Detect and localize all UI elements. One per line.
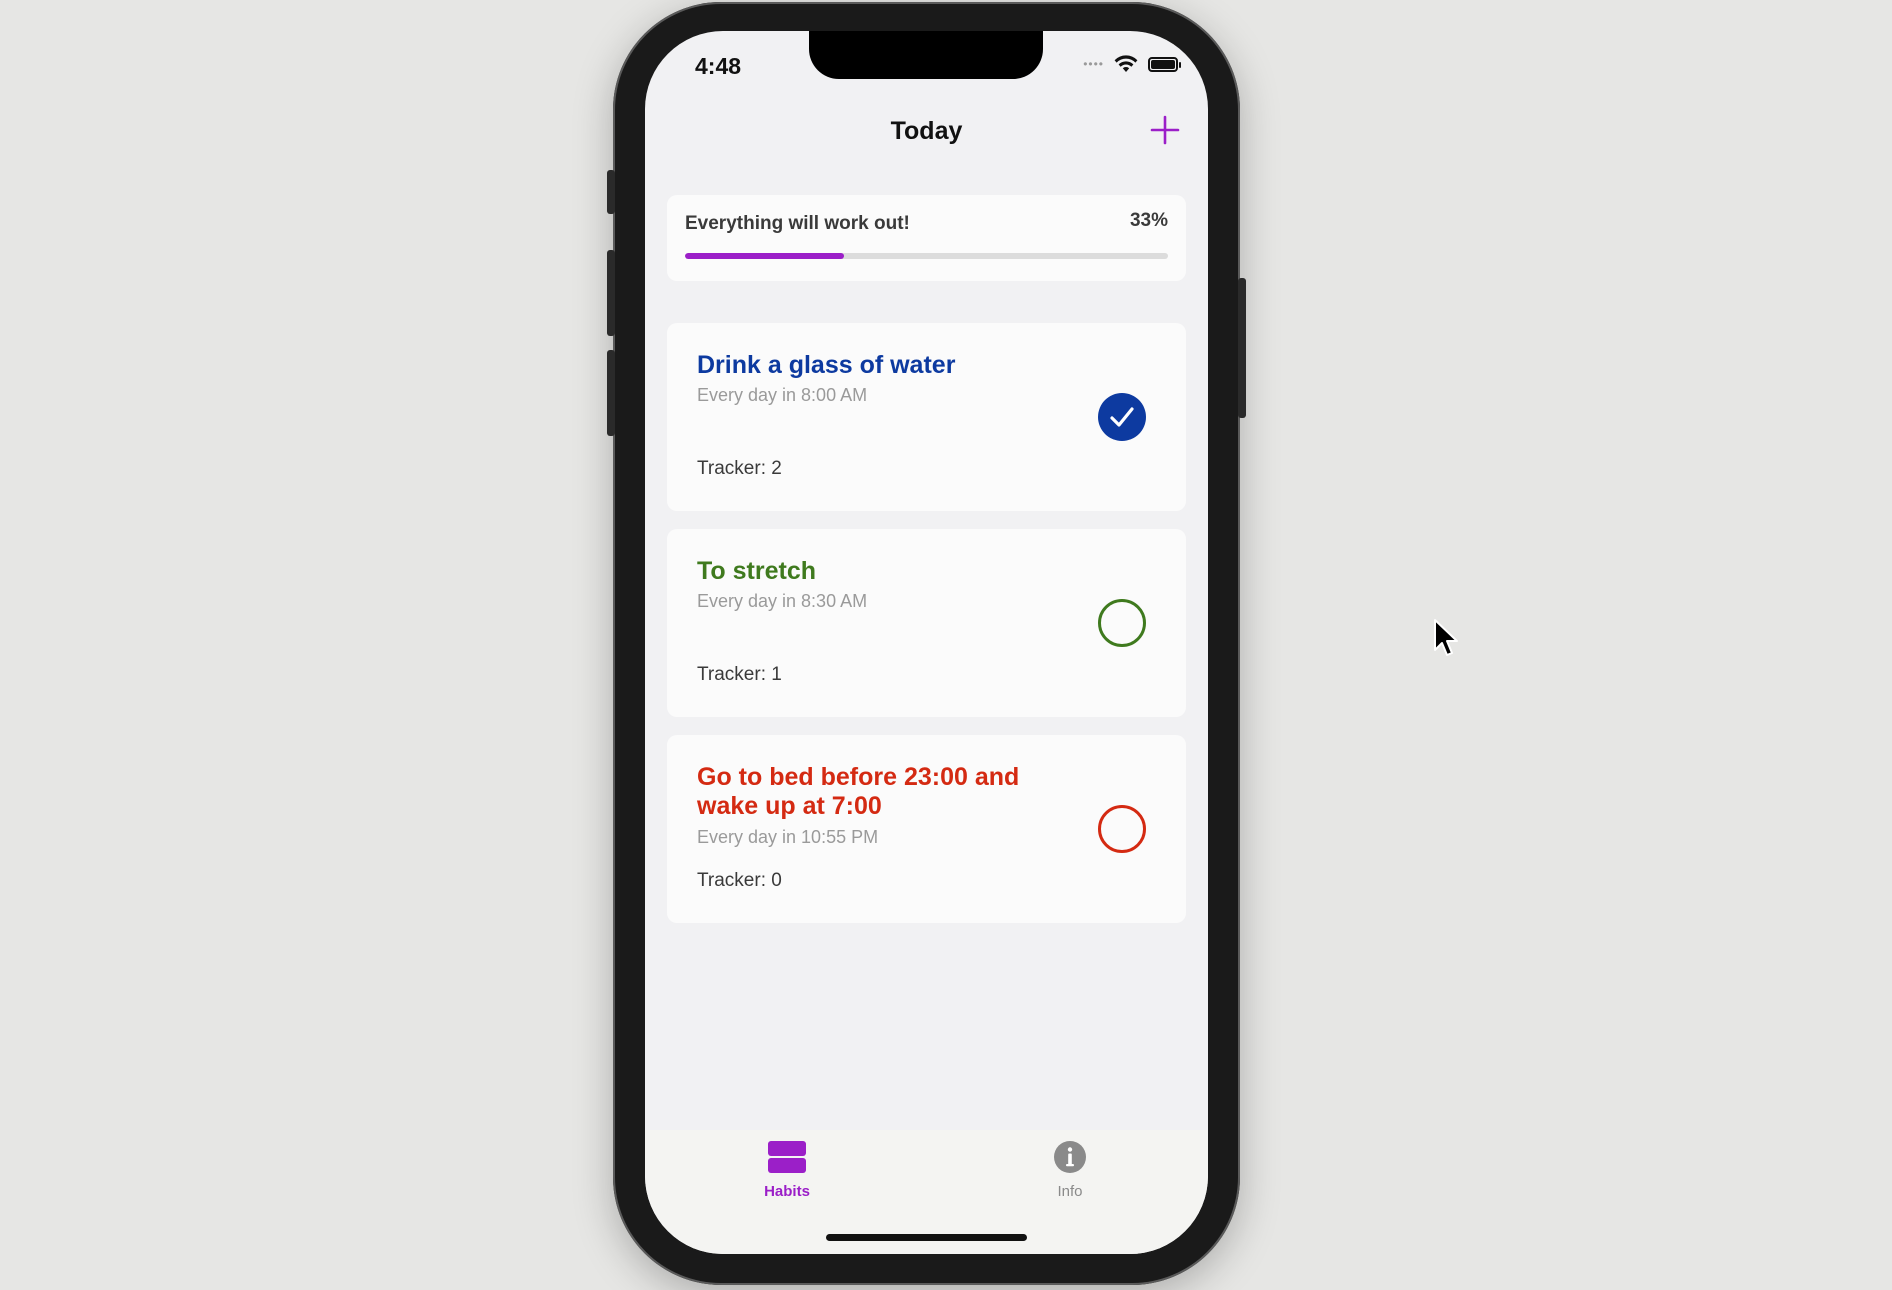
habit-title: Drink a glass of water: [697, 351, 956, 379]
habit-card[interactable]: Go to bed before 23:00 and wake up at 7:…: [667, 735, 1186, 923]
habit-tracker: Tracker: 2: [697, 458, 782, 479]
checkmark-icon: [1110, 407, 1134, 427]
progress-bar-fill: [685, 253, 845, 259]
plus-icon: [1150, 115, 1180, 145]
tab-habits[interactable]: Habits: [727, 1140, 847, 1200]
progress-label: Everything will work out!: [685, 213, 910, 234]
habit-title: Go to bed before 23:00 and wake up at 7:…: [697, 763, 1020, 820]
progress-card: Everything will work out! 33%: [667, 195, 1186, 281]
notch: [809, 31, 1043, 79]
volume-up-button: [607, 250, 615, 336]
habit-done-toggle[interactable]: [1098, 805, 1146, 853]
tab-habits-label: Habits: [764, 1183, 810, 1200]
desktop-background: 4:48 •••• Today Everything will work out…: [0, 0, 1892, 1290]
power-button: [1238, 278, 1246, 418]
tab-info-label: Info: [1057, 1183, 1083, 1200]
app-screen: 4:48 •••• Today Everything will work out…: [645, 31, 1208, 1254]
add-habit-button[interactable]: [1148, 113, 1182, 147]
page-title: Today: [890, 117, 963, 145]
habit-done-toggle[interactable]: [1098, 599, 1146, 647]
habit-card[interactable]: Drink a glass of water Every day in 8:00…: [667, 323, 1186, 511]
mouse-cursor-icon: [1434, 619, 1458, 656]
cellular-signal-icon: ••••: [1083, 57, 1104, 71]
progress-percent: 33%: [1129, 210, 1168, 231]
status-icons: ••••: [1083, 55, 1181, 73]
status-time: 4:48: [695, 53, 742, 79]
wifi-icon: [1114, 55, 1138, 72]
habit-card[interactable]: To stretch Every day in 8:30 AM Tracker:…: [667, 529, 1186, 717]
habit-title: To stretch: [697, 557, 816, 585]
tab-bar: Habits Info: [645, 1130, 1208, 1254]
rectangle-stack-icon: [768, 1141, 806, 1173]
progress-bar: [685, 253, 1168, 259]
habit-schedule: Every day in 8:00 AM: [697, 385, 868, 405]
habit-schedule: Every day in 8:30 AM: [697, 591, 868, 611]
tab-info[interactable]: Info: [1010, 1140, 1130, 1200]
info-circle-icon: [1054, 1141, 1086, 1173]
battery-icon: [1148, 56, 1181, 72]
mute-switch: [607, 170, 615, 214]
habit-tracker: Tracker: 1: [697, 664, 782, 685]
volume-down-button: [607, 350, 615, 436]
habit-schedule: Every day in 10:55 PM: [697, 827, 879, 847]
habit-done-toggle[interactable]: [1098, 393, 1146, 441]
habit-tracker: Tracker: 0: [697, 870, 782, 891]
home-indicator: [826, 1234, 1027, 1241]
